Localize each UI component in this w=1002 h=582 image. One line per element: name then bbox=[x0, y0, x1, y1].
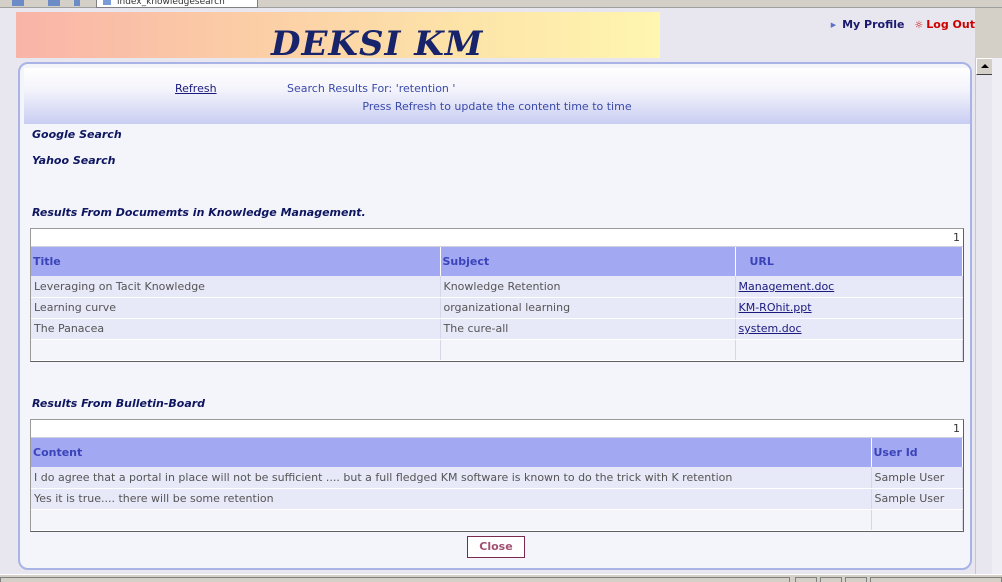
post-user: Sample User bbox=[871, 488, 963, 510]
documents-pager[interactable]: 1 bbox=[31, 229, 963, 247]
table-row: Learning curve organizational learning K… bbox=[31, 297, 963, 319]
refresh-icon[interactable] bbox=[48, 0, 60, 6]
table-row: Leveraging on Tacit Knowledge Knowledge … bbox=[31, 276, 963, 298]
yahoo-search-link[interactable]: Yahoo Search bbox=[32, 154, 115, 167]
table-row-empty bbox=[31, 339, 963, 361]
doc-url-link[interactable]: system.doc bbox=[739, 322, 802, 335]
doc-subject: Knowledge Retention bbox=[440, 276, 736, 298]
documents-grid: 1 Title Subject URL Leveraging on Tacit … bbox=[30, 228, 964, 362]
doc-title: Learning curve bbox=[31, 297, 441, 319]
column-title: Title bbox=[31, 247, 441, 276]
table-row: The Panacea The cure-all system.doc bbox=[31, 318, 963, 340]
table-row: Yes it is true.... there will be some re… bbox=[31, 488, 963, 510]
table-row-empty bbox=[31, 509, 963, 531]
doc-url-link[interactable]: KM-ROhit.ppt bbox=[739, 301, 812, 314]
doc-url-link[interactable]: Management.doc bbox=[739, 280, 835, 293]
bulletin-grid: 1 Content User Id I do agree that a port… bbox=[30, 419, 964, 532]
logo: DEKSI KM bbox=[271, 24, 484, 64]
status-zone bbox=[870, 577, 1002, 582]
doc-subject: The cure-all bbox=[440, 318, 736, 340]
bulletin-header-row: Content User Id bbox=[31, 438, 963, 467]
browser-tab-title: index_knowledgesearch bbox=[117, 0, 225, 7]
scroll-up-icon[interactable] bbox=[976, 58, 993, 75]
google-search-link[interactable]: Google Search bbox=[32, 128, 122, 141]
close-button[interactable]: Close bbox=[467, 536, 525, 558]
status-segment bbox=[795, 577, 817, 582]
column-url: URL bbox=[735, 247, 963, 276]
right-gutter bbox=[992, 58, 1002, 574]
doc-title: The Panacea bbox=[31, 318, 441, 340]
documents-header-row: Title Subject URL bbox=[31, 247, 963, 276]
doc-title: Leveraging on Tacit Knowledge bbox=[31, 276, 441, 298]
search-results-dialog: Refresh Search Results For: 'retention '… bbox=[18, 62, 972, 570]
column-subject: Subject bbox=[440, 247, 736, 276]
dialog-header: Refresh Search Results For: 'retention '… bbox=[24, 68, 970, 124]
vertical-scrollbar[interactable] bbox=[975, 58, 993, 574]
column-content: Content bbox=[31, 438, 872, 467]
browser-toolbar: index_knowledgesearch bbox=[0, 0, 1002, 8]
post-content: I do agree that a portal in place will n… bbox=[31, 467, 872, 489]
my-profile-link[interactable]: My Profile bbox=[831, 18, 905, 31]
column-user-id: User Id bbox=[871, 438, 963, 467]
status-segment bbox=[820, 577, 842, 582]
bulletin-table: Content User Id I do agree that a portal… bbox=[31, 438, 963, 531]
bulletin-heading: Results From Bulletin-Board bbox=[32, 397, 206, 410]
status-segment bbox=[845, 577, 867, 582]
refresh-link[interactable]: Refresh bbox=[175, 82, 217, 95]
back-icon[interactable] bbox=[12, 0, 24, 6]
status-text-area bbox=[0, 577, 790, 582]
bulletin-pager[interactable]: 1 bbox=[31, 420, 963, 438]
banner: DEKSI KM bbox=[16, 12, 660, 64]
log-out-link[interactable]: Log Out bbox=[914, 18, 975, 31]
search-results-label: Search Results For: 'retention ' bbox=[287, 82, 456, 95]
doc-subject: organizational learning bbox=[440, 297, 736, 319]
table-row: I do agree that a portal in place will n… bbox=[31, 467, 963, 489]
documents-table: Title Subject URL Leveraging on Tacit Kn… bbox=[31, 247, 963, 361]
documents-heading: Results From Documemts in Knowledge Mana… bbox=[32, 206, 366, 219]
post-content: Yes it is true.... there will be some re… bbox=[31, 488, 872, 510]
home-icon[interactable] bbox=[74, 0, 80, 6]
status-bar bbox=[0, 574, 1002, 582]
post-user: Sample User bbox=[871, 467, 963, 489]
top-links: My Profile Log Out bbox=[831, 18, 975, 31]
page-icon bbox=[103, 0, 111, 5]
browser-tab[interactable]: index_knowledgesearch bbox=[96, 0, 258, 8]
refresh-hint: Press Refresh to update the content time… bbox=[362, 100, 632, 113]
